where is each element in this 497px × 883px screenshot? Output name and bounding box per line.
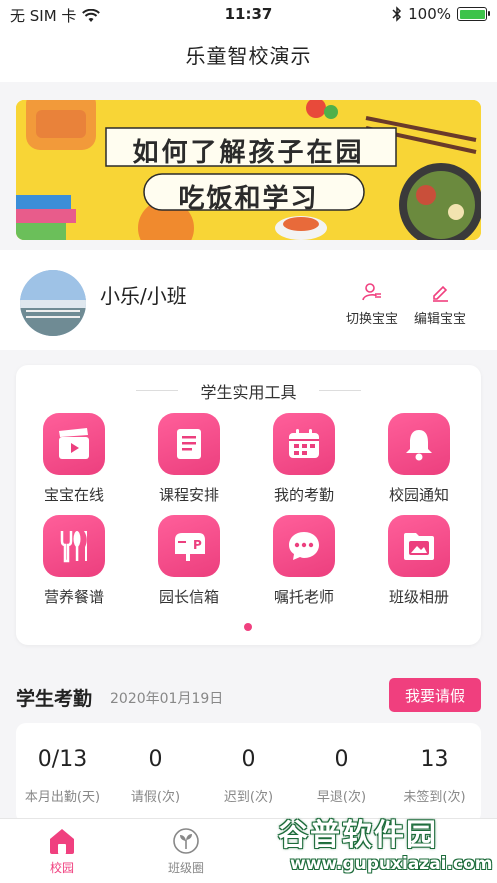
nav-bar: 乐童智校演示	[0, 28, 497, 82]
mailbox-icon: P	[175, 533, 205, 561]
tool-label: 嘱托老师	[273, 588, 334, 606]
battery-icon	[457, 7, 490, 21]
bell-icon	[406, 430, 432, 461]
stat-value: 0	[334, 747, 349, 772]
switch-child-button[interactable]: 切换宝宝	[346, 282, 398, 327]
tool-campus-notice[interactable]: 校园通知	[369, 413, 469, 505]
attendance-title: 学生考勤	[16, 688, 93, 710]
watermark-url: www.gupuxiazai.com	[290, 854, 493, 874]
attendance-date: 2020年01月19日	[110, 691, 224, 707]
tool-tile	[273, 515, 335, 577]
tool-tile	[158, 413, 220, 475]
page-indicator-dot[interactable]	[244, 623, 252, 631]
photo-album-icon	[404, 533, 434, 560]
tool-label: 我的考勤	[273, 486, 334, 504]
tool-tile	[43, 515, 105, 577]
edit-child-button[interactable]: 编辑宝宝	[414, 282, 466, 327]
home-icon	[50, 829, 74, 854]
chat-bubble-icon	[289, 532, 319, 560]
battery-fill	[459, 9, 485, 19]
tool-label: 园长信箱	[158, 588, 219, 606]
stat-value: 0	[148, 747, 163, 772]
svg-text:P: P	[193, 538, 202, 552]
switch-user-icon	[362, 283, 381, 301]
promo-banner[interactable]: 如何了解孩子在园 吃饭和学习	[16, 100, 481, 240]
battery-percent: 100%	[408, 5, 451, 23]
book-icon	[177, 429, 201, 459]
stat-label: 请假(次)	[130, 790, 181, 805]
stat-value: 0/13	[37, 747, 88, 772]
tool-label: 宝宝在线	[43, 486, 104, 504]
student-tools-card: 学生实用工具 宝宝在线 课程安排 我的考勤 校园通知 营养餐谱 P 园长信箱 嘱…	[16, 365, 481, 645]
tool-nutrition-menu[interactable]: 营养餐谱	[24, 515, 124, 607]
tab-class-circle[interactable]: 班级圈	[146, 827, 226, 876]
child-profile: 小乐/小班 切换宝宝 编辑宝宝	[0, 250, 497, 350]
cutlery-icon	[60, 531, 87, 563]
stat-value: 0	[241, 747, 256, 772]
tool-label: 校园通知	[388, 486, 449, 504]
video-clapper-icon	[59, 428, 89, 459]
request-leave-button[interactable]: 我要请假	[389, 678, 481, 712]
calendar-icon	[289, 429, 319, 458]
avatar[interactable]	[20, 270, 86, 336]
stat-label: 迟到(次)	[223, 790, 274, 805]
switch-child-label: 切换宝宝	[346, 312, 399, 327]
banner-illustration	[16, 100, 481, 240]
avatar-photo	[20, 270, 86, 336]
page-title: 乐童智校演示	[185, 44, 312, 68]
edit-pencil-icon	[433, 285, 448, 302]
child-name: 小乐/小班	[100, 284, 187, 308]
watermark-text: 谷普软件园	[278, 818, 438, 853]
tab-label: 校园	[49, 861, 74, 875]
tool-principal-mailbox[interactable]: P 园长信箱	[139, 515, 239, 607]
status-right: 100%	[392, 5, 490, 23]
stat-late: 0 迟到(次)	[202, 747, 295, 805]
tool-tile	[273, 413, 335, 475]
bluetooth-icon	[392, 6, 402, 22]
sprout-icon	[173, 828, 199, 854]
stat-not-signed: 13 未签到(次)	[388, 747, 481, 805]
tool-tile	[43, 413, 105, 475]
banner-headline: 如何了解孩子在园	[132, 138, 365, 168]
tool-baby-online[interactable]: 宝宝在线	[24, 413, 124, 505]
tool-class-album[interactable]: 班级相册	[369, 515, 469, 607]
tool-tile: P	[158, 515, 220, 577]
tools-title: 学生实用工具	[16, 379, 481, 403]
stat-leave: 0 请假(次)	[109, 747, 202, 805]
stat-monthly-attendance: 0/13 本月出勤(天)	[16, 747, 109, 805]
attendance-header: 学生考勤 2020年01月19日 我要请假	[16, 678, 481, 714]
tool-my-attendance[interactable]: 我的考勤	[254, 413, 354, 505]
tab-label: 班级圈	[167, 861, 204, 875]
tool-label: 营养餐谱	[43, 588, 104, 606]
stat-value: 13	[420, 747, 449, 772]
tool-label: 课程安排	[158, 486, 219, 504]
edit-child-label: 编辑宝宝	[414, 312, 467, 327]
tab-campus[interactable]: 校园	[22, 827, 102, 876]
tool-course-schedule[interactable]: 课程安排	[139, 413, 239, 505]
stat-label: 本月出勤(天)	[24, 790, 101, 805]
stat-early-leave: 0 早退(次)	[295, 747, 388, 805]
tool-label: 班级相册	[388, 588, 449, 606]
tool-tile	[388, 413, 450, 475]
stat-label: 早退(次)	[316, 790, 367, 805]
watermark: 谷普软件园 www.gupuxiazai.com	[272, 808, 497, 883]
tool-entrust-teacher[interactable]: 嘱托老师	[254, 515, 354, 607]
status-bar: 无 SIM 卡 11:37 100%	[0, 0, 497, 28]
stat-label: 未签到(次)	[403, 790, 466, 805]
banner-subheadline: 吃饭和学习	[178, 184, 319, 214]
tool-tile	[388, 515, 450, 577]
